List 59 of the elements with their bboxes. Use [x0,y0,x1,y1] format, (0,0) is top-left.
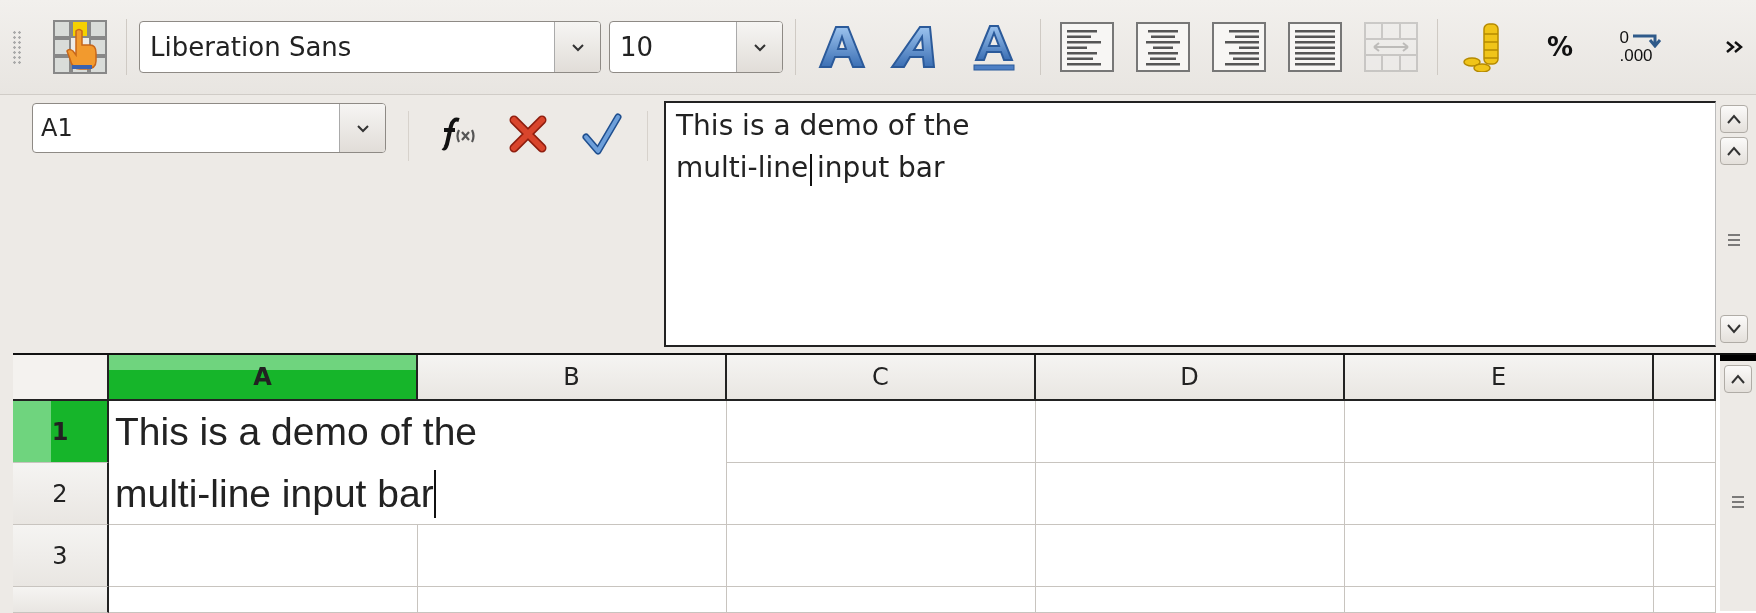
close-icon [508,114,548,154]
arrow-icon [1633,32,1664,48]
grip-icon [1728,233,1740,247]
table-cell[interactable] [727,587,1036,613]
table-cell[interactable] [1036,525,1345,587]
table-cell[interactable] [1654,463,1716,525]
table-cell[interactable] [109,525,418,587]
row-header[interactable]: 1 [13,401,109,463]
percent-format-button[interactable]: % [1532,19,1588,75]
column-header[interactable]: A [109,355,418,401]
table-cell[interactable] [1345,587,1654,613]
table-cell[interactable] [418,587,727,613]
column-header[interactable]: C [727,355,1036,401]
font-name-field[interactable]: Liberation Sans [139,21,601,73]
checkmark-icon [582,113,622,155]
row-header[interactable]: 2 [13,463,109,525]
grid-hand-button[interactable] [52,19,108,75]
text-cursor [810,153,813,186]
table-cell[interactable] [727,525,1036,587]
align-left-icon [1060,22,1114,72]
align-right-icon [1212,22,1266,72]
name-box[interactable]: A1 [32,103,386,153]
table-cell[interactable] [109,587,418,613]
align-center-icon [1136,22,1190,72]
column-header[interactable]: B [418,355,727,401]
align-center-button[interactable] [1135,19,1191,75]
table-cell[interactable] [1345,463,1654,525]
table-cell[interactable] [1345,525,1654,587]
align-left-button[interactable] [1059,19,1115,75]
grid-pointer-icon [52,19,108,75]
table-cell[interactable] [1036,587,1345,613]
row-header[interactable] [13,587,109,613]
merged-cell[interactable]: This is a demo of the multi-line input bar [109,401,727,525]
table-cell[interactable] [727,463,1036,525]
table-cell[interactable] [1036,401,1345,463]
align-right-button[interactable] [1211,19,1267,75]
justify-icon [1288,22,1342,72]
grip-icon [1732,495,1744,509]
font-size-field[interactable]: 10 [609,21,783,73]
column-header[interactable]: D [1036,355,1345,401]
table-cell[interactable] [1654,587,1716,613]
scrollbar[interactable] [1720,355,1756,611]
table-cell[interactable] [727,401,1036,463]
table-cell[interactable] [418,525,727,587]
table-cell[interactable] [1654,525,1716,587]
column-header[interactable]: E [1345,355,1654,401]
decimal-format-button[interactable]: 0 .000 [1608,19,1664,75]
table-cell[interactable] [1654,401,1716,463]
merge-cells-icon [1364,22,1418,72]
select-all-corner[interactable] [13,355,109,401]
row-header[interactable]: 3 [13,525,109,587]
formula-input-field[interactable]: This is a demo of the multi-line input bar [664,101,1716,347]
toolbar-grip[interactable] [12,30,22,64]
table-cell[interactable] [1036,463,1345,525]
scrollbar-edge [1720,355,1756,361]
justify-button[interactable] [1287,19,1343,75]
double-chevron-icon [1725,39,1745,55]
table-cell[interactable] [1345,401,1654,463]
column-header[interactable] [1654,355,1716,401]
